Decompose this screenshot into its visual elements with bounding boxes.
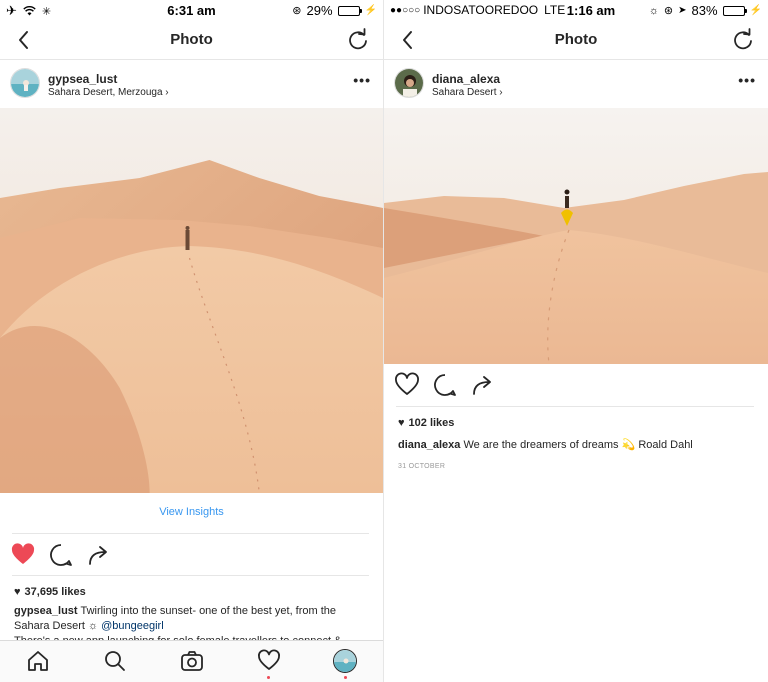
post-date: 31 OCTOBER [398, 463, 446, 470]
bottom-tab-bar [0, 640, 383, 682]
heart-small-icon: ♥ [14, 586, 21, 598]
status-bar: ●●○○○ INDOSATOOREDOO LTE 1:16 am ☼ ⊛ ➤ 8… [384, 0, 768, 20]
caption-line-2: Sahara Desert ☼ [14, 620, 102, 632]
left-phone-screen: ✈ ✳ 6:31 am ⊛ 29% ⚡ Photo gypsea_lust Sa… [0, 0, 384, 682]
likes-text: 37,695 likes [24, 586, 86, 598]
share-icon[interactable] [470, 372, 496, 398]
avatar[interactable] [10, 68, 40, 98]
desert-photo [0, 108, 383, 493]
heart-filled-icon[interactable] [10, 542, 36, 568]
battery-percent: 83% [691, 3, 718, 18]
post-location[interactable]: Sahara Desert › [432, 87, 503, 98]
caption-text: We are the dreamers of dreams 💫 Roald Da… [463, 439, 693, 451]
post-caption: diana_alexa We are the dreamers of dream… [398, 438, 758, 453]
orientation-lock-icon: ⊛ [292, 5, 302, 17]
activity-notification-dot [267, 676, 270, 679]
caption-line-1: Twirling into the sunset- one of the bes… [80, 605, 337, 617]
profile-notification-dot [344, 676, 347, 679]
avatar[interactable] [394, 68, 424, 98]
post-photo[interactable] [0, 108, 383, 493]
heart-small-icon: ♥ [398, 417, 405, 429]
more-options-icon[interactable]: ••• [738, 72, 756, 88]
post-username[interactable]: diana_alexa [432, 72, 500, 86]
chevron-right-icon: › [165, 87, 169, 98]
caption-username[interactable]: gypsea_lust [14, 605, 78, 617]
brightness-icon: ☼ [648, 4, 659, 17]
profile-avatar-icon[interactable] [333, 649, 357, 673]
more-options-icon[interactable]: ••• [353, 72, 371, 88]
charging-icon: ⚡ [749, 5, 762, 16]
post-header: diana_alexa Sahara Desert › ••• [384, 60, 768, 108]
activity-heart-icon[interactable] [257, 649, 281, 673]
post-username[interactable]: gypsea_lust [48, 72, 117, 86]
right-phone-screen: ●●○○○ INDOSATOOREDOO LTE 1:16 am ☼ ⊛ ➤ 8… [384, 0, 768, 682]
chevron-right-icon: › [499, 87, 503, 98]
battery-percent: 29% [306, 3, 333, 18]
post-location[interactable]: Sahara Desert, Merzouga › [48, 87, 169, 98]
search-icon[interactable] [103, 649, 127, 673]
orientation-lock-icon: ⊛ [663, 5, 674, 17]
likes-count[interactable]: ♥ 102 likes [398, 417, 454, 429]
nav-bar: Photo [384, 20, 768, 60]
charging-icon: ⚡ [364, 5, 377, 16]
likes-text: 102 likes [408, 417, 455, 429]
battery-icon [722, 5, 747, 16]
page-title: Photo [554, 31, 598, 48]
heart-outline-icon[interactable] [394, 372, 420, 398]
camera-icon[interactable] [180, 649, 204, 673]
desert-photo [384, 108, 768, 364]
location-text: Sahara Desert [432, 87, 497, 98]
post-photo[interactable] [384, 108, 768, 364]
caption-username[interactable]: diana_alexa [398, 439, 460, 451]
nav-bar: Photo [0, 20, 383, 60]
page-title: Photo [170, 31, 213, 48]
likes-count[interactable]: ♥ 37,695 likes [14, 586, 86, 598]
refresh-icon[interactable] [730, 27, 756, 53]
post-header: gypsea_lust Sahara Desert, Merzouga › ••… [0, 60, 383, 108]
divider [12, 575, 369, 576]
share-icon[interactable] [86, 542, 112, 568]
comment-icon[interactable] [48, 542, 74, 568]
divider [396, 406, 754, 407]
location-arrow-icon: ➤ [678, 5, 687, 16]
view-insights-link[interactable]: View Insights [0, 506, 383, 518]
divider [12, 533, 369, 534]
refresh-icon[interactable] [345, 27, 371, 53]
comment-icon[interactable] [432, 372, 458, 398]
post-actions [384, 372, 768, 402]
post-actions [0, 542, 383, 572]
battery-icon [337, 5, 362, 16]
location-text: Sahara Desert, Merzouga [48, 87, 163, 98]
caption-mention[interactable]: @bungeegirl [101, 620, 164, 632]
home-icon[interactable] [26, 649, 50, 673]
status-bar: ✈ ✳ 6:31 am ⊛ 29% ⚡ [0, 0, 383, 20]
